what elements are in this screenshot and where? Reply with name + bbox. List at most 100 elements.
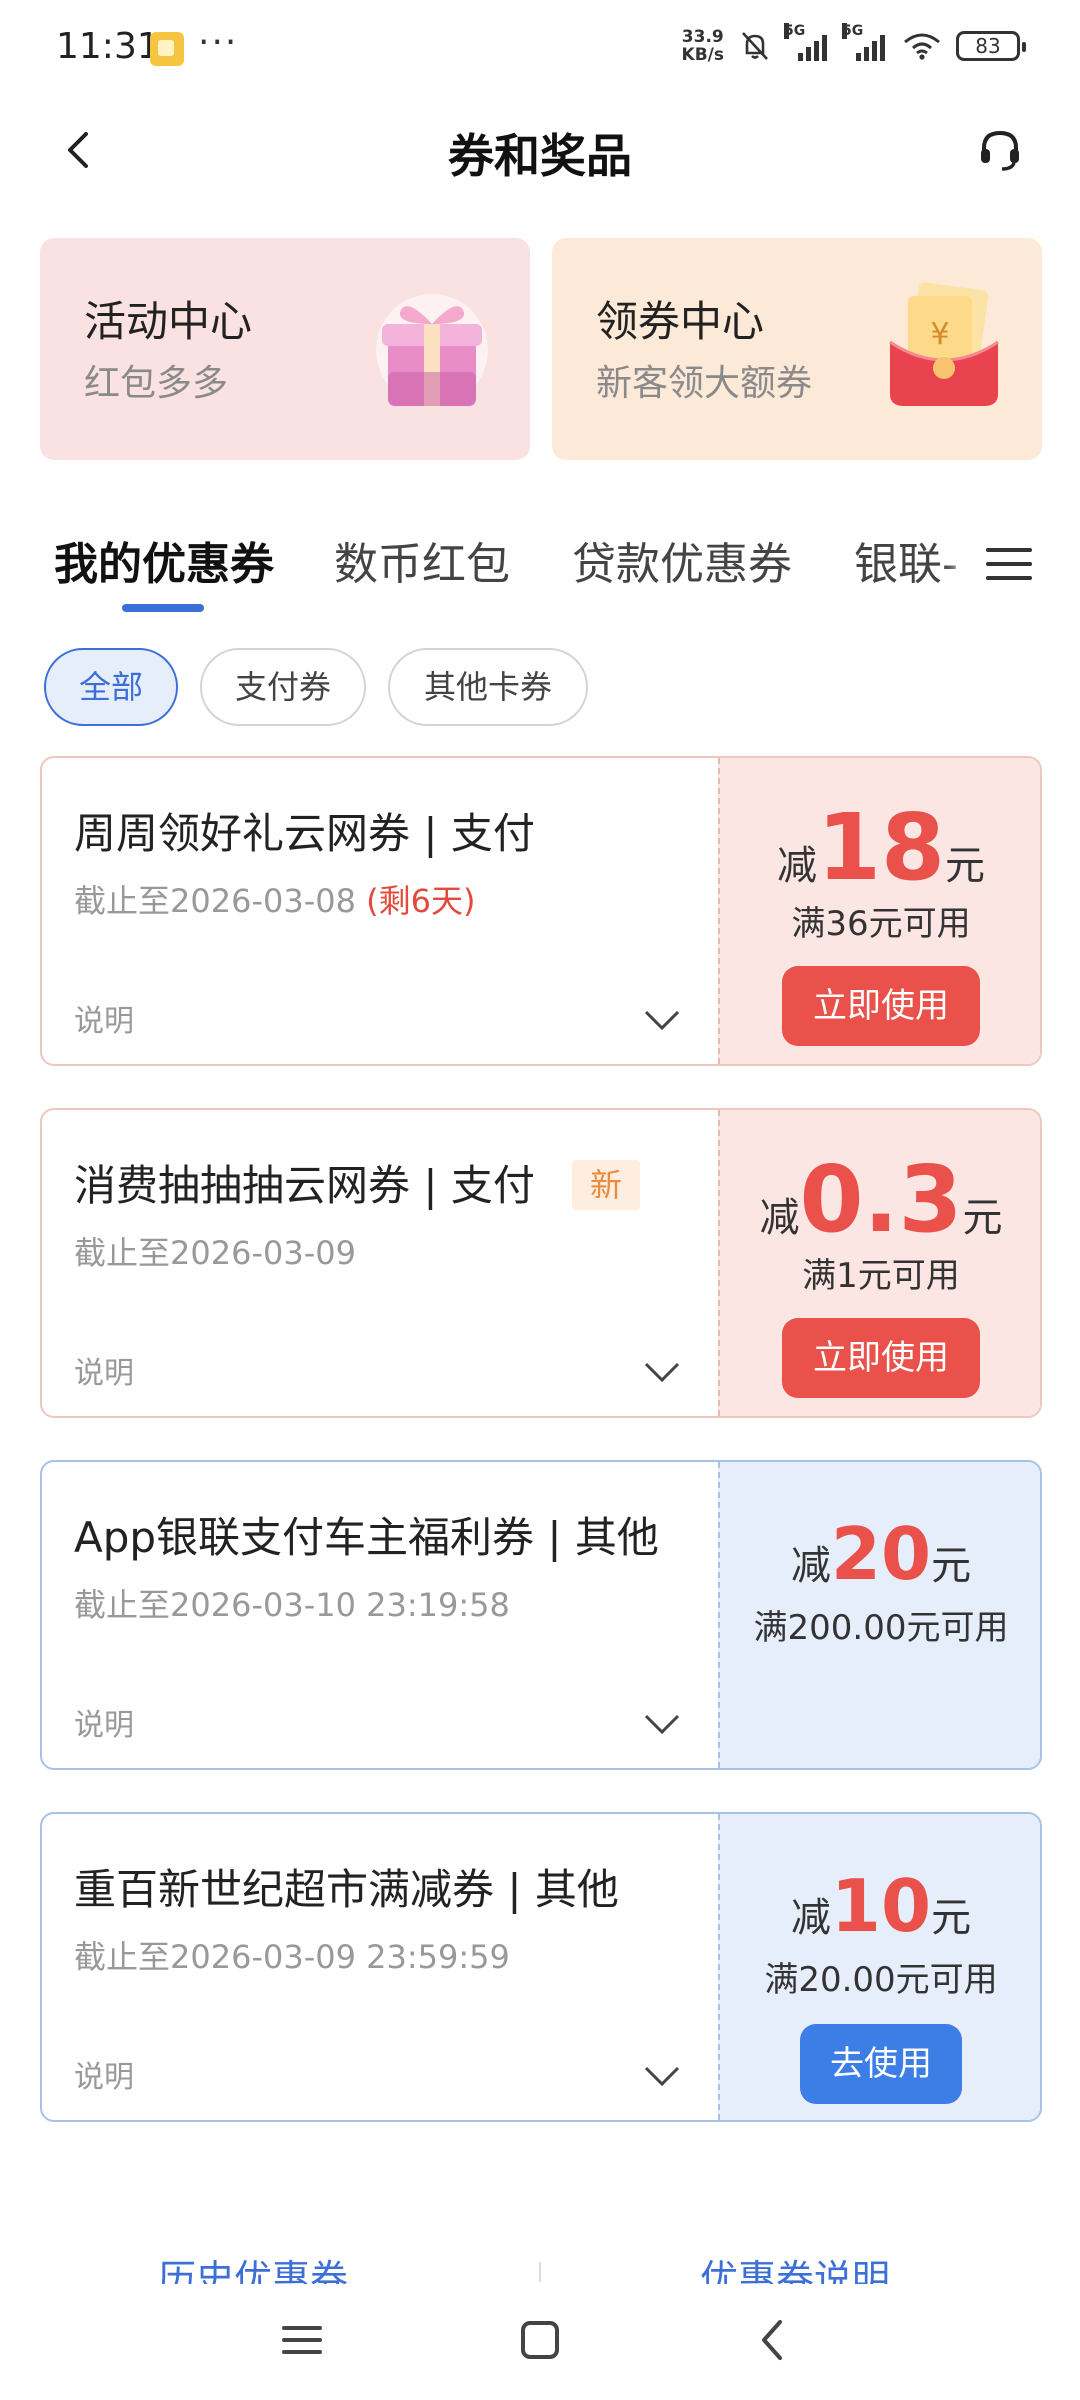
status-icons: 33.9 KB/s 5G 5G 83 — [682, 23, 1026, 64]
coupon-card[interactable]: 周周领好礼云网券 | 支付 截止至2026-03-08 (剩6天) 说明 减18… — [40, 756, 1042, 1066]
wifi-icon — [904, 33, 940, 60]
coupon-value-panel: 减20元 满200.00元可用 — [718, 1462, 1040, 1768]
coupon-info: 周周领好礼云网券 | 支付 截止至2026-03-08 (剩6天) 说明 — [42, 758, 718, 1064]
amount-value: 0.3 — [799, 1146, 963, 1253]
coupon-description-toggle[interactable]: 说明 — [74, 996, 134, 1040]
notification-app-icon — [150, 32, 184, 66]
coupon-name: 重百新世纪超市满减券 | 其他 — [74, 1865, 619, 1914]
amount-unit: 元 — [931, 1895, 972, 1941]
coupon-value-panel: 减18元 满36元可用 立即使用 — [718, 758, 1040, 1064]
coupon-amount: 减20元 — [720, 1518, 1040, 1591]
coupon-description-toggle[interactable]: 说明 — [74, 1348, 134, 1392]
coupon-condition: 满200.00元可用 — [753, 1608, 1009, 1648]
coupon-name: App银联支付车主福利券 | 其他 — [74, 1513, 659, 1562]
coupon-value-panel: 减10元 满20.00元可用 去使用 — [718, 1814, 1040, 2120]
signal-sim2-icon: 5G — [842, 23, 888, 61]
coupon-name: 周周领好礼云网券 | 支付 — [74, 809, 535, 858]
coupon-condition: 满1元可用 — [802, 1256, 960, 1296]
more-notifications-icon: ··· — [198, 22, 239, 63]
tabs-menu-button[interactable] — [976, 536, 1040, 592]
coupon-center-card[interactable]: 领券中心 新客领大额券 ¥ — [552, 238, 1042, 460]
activity-center-title: 活动中心 — [84, 297, 253, 346]
amount-prefix: 减 — [790, 1895, 831, 1941]
active-tab-indicator — [122, 604, 204, 612]
coupon-amount: 减10元 — [720, 1870, 1040, 1943]
coupon-expire: 截止至2026-03-08 (剩6天) — [74, 876, 476, 922]
chevron-down-icon[interactable] — [642, 1358, 682, 1386]
coupon-expire-date: 截止至2026-03-10 23:19:58 — [74, 1586, 510, 1624]
coupon-center-subtitle: 新客领大额券 — [596, 363, 813, 404]
footer-divider — [539, 2262, 541, 2282]
activity-center-subtitle: 红包多多 — [84, 363, 229, 404]
activity-center-card[interactable]: 活动中心 红包多多 — [40, 238, 530, 460]
tab-unionpay[interactable]: 银联- — [854, 528, 958, 592]
coupon-description-toggle[interactable]: 说明 — [74, 2052, 134, 2096]
system-nav-bar — [0, 2286, 1080, 2400]
chevron-down-icon[interactable] — [642, 1710, 682, 1738]
tab-my-coupons[interactable]: 我的优惠券 — [54, 528, 274, 592]
history-coupons-link[interactable]: 历史优惠券 — [158, 2254, 348, 2284]
page-title: 券和奖品 — [448, 129, 632, 183]
coupon-expire: 截止至2026-03-09 — [74, 1228, 356, 1274]
amount-unit: 元 — [945, 843, 986, 889]
signal-sim1-icon: 5G — [784, 23, 830, 61]
coupon-condition: 满36元可用 — [791, 904, 971, 944]
coupon-expire: 截止至2026-03-09 23:59:59 — [74, 1932, 510, 1978]
coupon-amount: 减18元 — [720, 802, 1040, 894]
filter-all[interactable]: 全部 — [44, 648, 178, 726]
coupon-expire-date: 截止至2026-03-09 — [74, 1234, 356, 1272]
coupon-name: 消费抽抽抽云网券 | 支付 — [74, 1161, 535, 1210]
coupon-tabs: 我的优惠券 数币红包 贷款优惠券 银联- — [0, 520, 1080, 620]
gift-box-icon — [376, 294, 488, 406]
amount-prefix: 减 — [776, 843, 817, 889]
network-speed-value: 33.9 — [681, 27, 724, 47]
amount-prefix: 减 — [759, 1195, 800, 1241]
amount-unit: 元 — [931, 1543, 972, 1589]
coupon-expire-date: 截止至2026-03-09 23:59:59 — [74, 1938, 510, 1976]
filter-other-cards[interactable]: 其他卡券 — [388, 648, 588, 726]
coupon-description-toggle[interactable]: 说明 — [74, 1700, 134, 1744]
tab-loan-coupons[interactable]: 贷款优惠券 — [572, 528, 792, 592]
back-nav-icon[interactable] — [744, 2310, 804, 2370]
sim1-tag: 5G — [784, 23, 806, 39]
amount-value: 18 — [816, 794, 946, 901]
network-speed-unit: KB/s — [681, 45, 724, 65]
use-now-button[interactable]: 立即使用 — [782, 1318, 980, 1398]
coupon-info: App银联支付车主福利券 | 其他 截止至2026-03-10 23:19:58… — [42, 1462, 718, 1768]
chevron-down-icon[interactable] — [642, 2062, 682, 2090]
battery-icon: 83 — [956, 31, 1026, 61]
coupon-card[interactable]: 重百新世纪超市满减券 | 其他 截止至2026-03-09 23:59:59 说… — [40, 1812, 1042, 2122]
use-now-button[interactable]: 立即使用 — [782, 966, 980, 1046]
coupon-rules-link[interactable]: 优惠券说明 — [700, 2254, 890, 2284]
filter-payment-coupons[interactable]: 支付券 — [200, 648, 366, 726]
mute-bell-icon — [742, 32, 768, 60]
new-badge: 新 — [572, 1160, 641, 1210]
coupon-card[interactable]: App银联支付车主福利券 | 其他 截止至2026-03-10 23:19:58… — [40, 1460, 1042, 1770]
customer-service-button[interactable] — [972, 122, 1028, 178]
coupon-center-title: 领券中心 — [596, 297, 765, 346]
coupon-condition: 满20.00元可用 — [764, 1960, 998, 2000]
red-envelope-icon: ¥ — [889, 282, 999, 406]
coupon-expire: 截止至2026-03-10 23:19:58 — [74, 1580, 510, 1626]
amount-prefix: 减 — [790, 1543, 831, 1589]
coupon-info: 消费抽抽抽云网券 | 支付 新 截止至2026-03-09 说明 — [42, 1110, 718, 1416]
coupon-remaining-days: (剩6天) — [366, 882, 476, 920]
status-time: 11:31 — [56, 26, 160, 67]
menu-icon[interactable] — [272, 2310, 332, 2370]
coupon-info: 重百新世纪超市满减券 | 其他 截止至2026-03-09 23:59:59 说… — [42, 1814, 718, 2120]
home-icon[interactable] — [510, 2310, 570, 2370]
network-speed: 33.9 KB/s — [682, 28, 724, 64]
header: 券和奖品 — [0, 100, 1080, 200]
amount-unit: 元 — [962, 1195, 1003, 1241]
amount-value: 20 — [830, 1512, 932, 1596]
go-use-button[interactable]: 去使用 — [800, 2024, 962, 2104]
chevron-down-icon[interactable] — [642, 1006, 682, 1034]
sim2-tag: 5G — [842, 23, 864, 39]
coupon-value-panel: 减0.3元 满1元可用 立即使用 — [718, 1110, 1040, 1416]
amount-value: 10 — [830, 1864, 932, 1948]
coupon-expire-date: 截止至2026-03-08 — [74, 882, 356, 920]
tab-digital-red-packets[interactable]: 数币红包 — [334, 528, 510, 592]
status-bar: 11:31 ··· 33.9 KB/s 5G 5G 83 — [0, 0, 1080, 100]
svg-text:¥: ¥ — [930, 317, 949, 352]
coupon-card[interactable]: 消费抽抽抽云网券 | 支付 新 截止至2026-03-09 说明 减0.3元 满… — [40, 1108, 1042, 1418]
